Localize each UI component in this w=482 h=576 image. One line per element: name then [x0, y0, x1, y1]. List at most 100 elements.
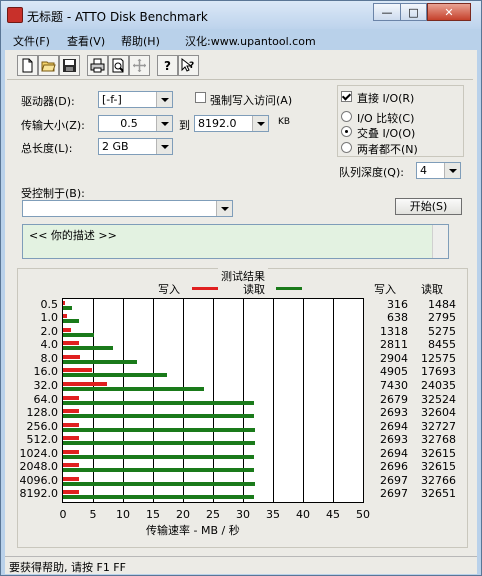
direct-io-checkbox[interactable] [341, 91, 352, 102]
read-value: 8455 [428, 338, 456, 352]
total-length-select[interactable]: 2 GB [98, 138, 173, 155]
total-length-label: 总长度(L): [21, 142, 73, 155]
overlapped-io-radio[interactable] [341, 126, 352, 137]
help-icon: ? [164, 59, 171, 73]
read-value: 12575 [421, 351, 456, 365]
transfer-from-value: 0.5 [120, 117, 138, 130]
transfer-to-label: 到 [179, 119, 190, 132]
y-tick-label: 512.0 [26, 433, 59, 447]
dropdown-arrow-icon [156, 92, 172, 107]
write-value: 2693 [380, 433, 408, 447]
menu-localization[interactable]: 汉化:www.upantool.com [185, 33, 316, 49]
write-bar [63, 409, 79, 413]
transfer-to-select[interactable]: 8192.0 [194, 115, 269, 132]
read-bar [63, 495, 255, 500]
toolbar: ? ? [7, 52, 471, 78]
force-write-checkbox[interactable] [195, 92, 206, 103]
queue-depth-select[interactable]: 4 [416, 162, 461, 179]
y-tick-label: 256.0 [26, 419, 59, 433]
x-tick-label: 45 [326, 508, 340, 521]
open-button[interactable] [38, 55, 59, 76]
minimize-button[interactable]: — [373, 3, 401, 21]
write-bar [63, 382, 107, 386]
controlled-by-select[interactable] [22, 200, 233, 217]
close-button[interactable]: ✕ [427, 3, 471, 21]
read-value: 32651 [421, 487, 456, 501]
write-value: 2697 [380, 473, 408, 487]
y-tick-label: 128.0 [26, 406, 59, 419]
dropdown-arrow-icon [252, 116, 268, 131]
results-group: 测试结果 写入 读取 写入 读取 传输速率 - MB / 秒 0.5 316 148… [17, 268, 468, 548]
toolbar-divider [7, 79, 473, 80]
save-button[interactable] [59, 55, 80, 76]
context-help-button[interactable]: ? [178, 55, 199, 76]
neither-label: 两者都不(N) [357, 143, 418, 156]
write-value: 2694 [380, 446, 408, 460]
total-length-value: 2 GB [102, 140, 129, 153]
y-tick-label: 2048.0 [19, 460, 59, 474]
x-tick-label: 20 [176, 508, 190, 521]
print-preview-button[interactable] [108, 55, 129, 76]
svg-text:?: ? [164, 59, 171, 73]
read-bar [63, 346, 113, 351]
chart-gridline [273, 299, 274, 502]
dropdown-arrow-icon [156, 116, 172, 131]
print-button[interactable] [87, 55, 108, 76]
write-bar [63, 341, 80, 346]
description-box[interactable]: << 你的描述 >> [22, 224, 449, 259]
read-value: 1484 [428, 297, 456, 311]
x-tick-label: 0 [59, 508, 67, 521]
overlapped-io-label: 交叠 I/O(O) [357, 127, 416, 140]
title-bar[interactable]: 无标题 - ATTO Disk Benchmark — □ ✕ [1, 1, 481, 29]
read-value: 32768 [421, 433, 456, 447]
io-compare-radio[interactable] [341, 111, 352, 122]
y-tick-label: 64.0 [33, 392, 59, 406]
neither-radio[interactable] [341, 142, 352, 153]
read-value: 32604 [421, 406, 456, 419]
x-tick-label: 10 [116, 508, 130, 521]
write-value: 2679 [380, 392, 408, 406]
x-tick-label: 25 [206, 508, 220, 521]
new-button[interactable] [17, 55, 38, 76]
help-button[interactable]: ? [157, 55, 178, 76]
write-value: 2811 [380, 338, 408, 352]
read-value: 32766 [421, 473, 456, 487]
read-bar [63, 359, 137, 364]
svg-text:?: ? [189, 61, 194, 71]
write-value: 2697 [380, 487, 408, 501]
x-tick-label: 50 [356, 508, 370, 521]
move-icon [133, 59, 146, 72]
y-tick-label: 1024.0 [19, 446, 59, 460]
read-bar [63, 427, 255, 432]
read-value: 32727 [421, 419, 456, 433]
write-value: 638 [387, 311, 408, 325]
transfer-size-label: 传输大小(Z): [21, 119, 85, 132]
menu-file[interactable]: 文件(F) [13, 33, 50, 49]
y-tick-label: 8.0 [40, 351, 59, 365]
dropdown-arrow-icon [156, 139, 172, 154]
x-tick-label: 35 [266, 508, 280, 521]
write-value: 1318 [380, 324, 408, 338]
menu-view[interactable]: 查看(V) [67, 33, 105, 49]
read-bar [63, 387, 204, 391]
move-button[interactable] [129, 55, 150, 76]
menu-help[interactable]: 帮助(H) [121, 33, 160, 49]
drive-select[interactable]: [-f-] [98, 91, 173, 108]
window-title: 无标题 - ATTO Disk Benchmark [27, 10, 208, 24]
legend-write-label: 写入 [158, 283, 180, 296]
main-panel: ? ? 驱动器(D): [-f-] 强制写入访问(A) 传输大小(Z): 0.5… [5, 50, 477, 556]
transfer-from-select[interactable]: 0.5 [98, 115, 173, 132]
write-value: 2904 [380, 351, 408, 365]
write-value: 316 [387, 297, 408, 311]
maximize-button[interactable]: □ [400, 3, 427, 21]
context-help-icon: ? [181, 58, 194, 72]
read-value: 24035 [421, 379, 456, 392]
column-write-header: 写入 [374, 283, 396, 296]
write-value: 2693 [380, 406, 408, 419]
description-scrollbar[interactable] [432, 225, 448, 258]
read-bar [63, 414, 255, 418]
start-button[interactable]: 开始(S) [395, 198, 462, 215]
x-tick-label: 30 [236, 508, 250, 521]
write-bar [63, 368, 92, 373]
read-bar [63, 319, 80, 324]
